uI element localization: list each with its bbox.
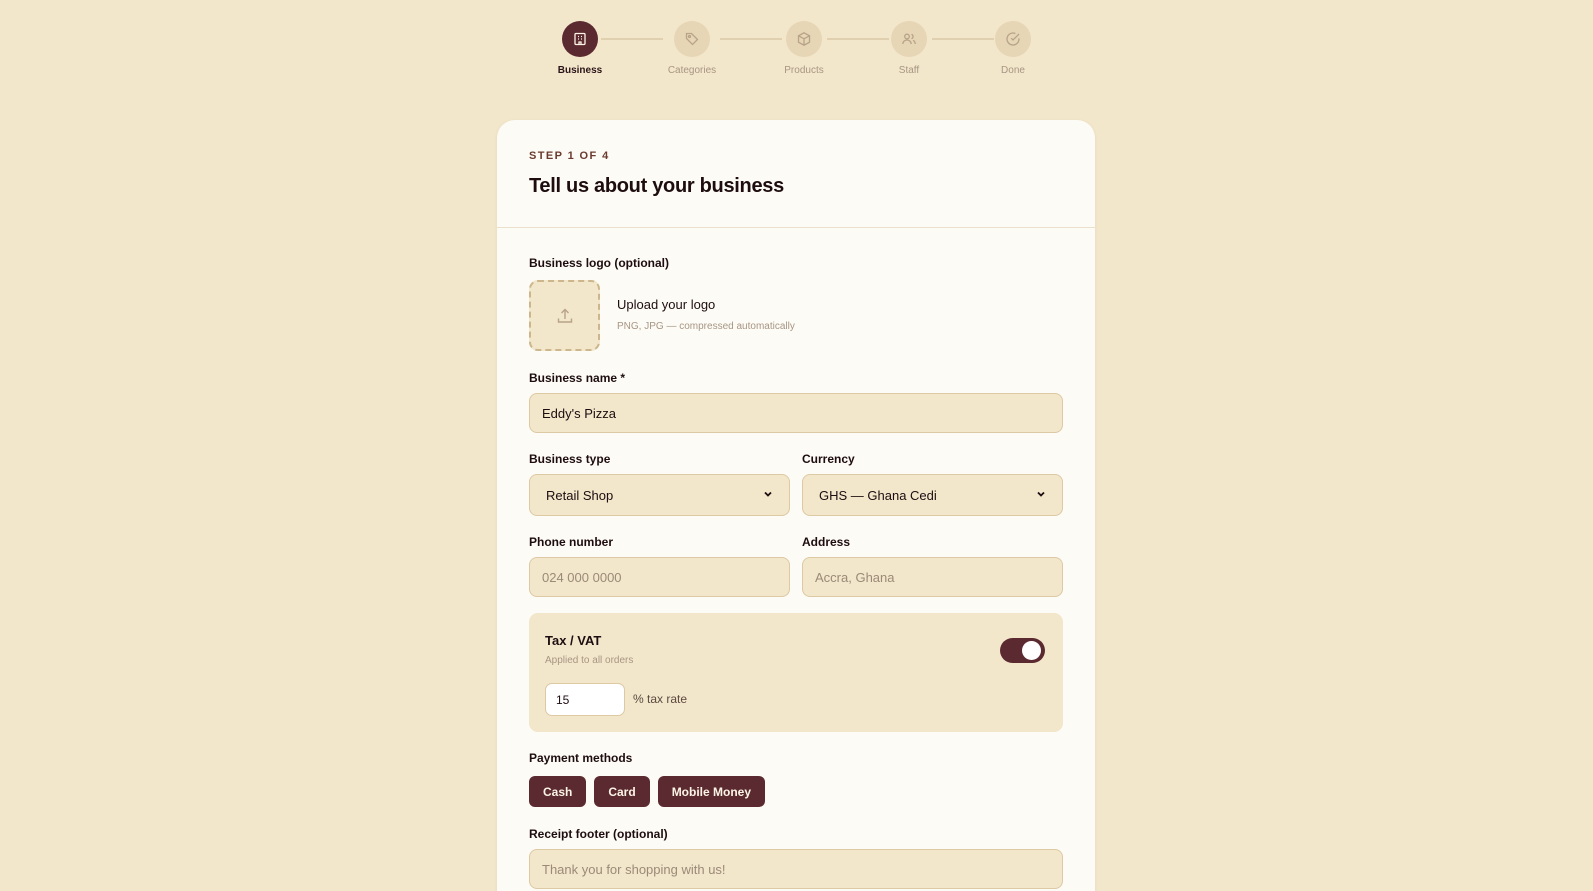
step-business[interactable]: Business (535, 21, 625, 76)
building-icon (562, 21, 598, 57)
upload-title[interactable]: Upload your logo (617, 297, 715, 312)
payment-methods-group: Cash Card Mobile Money (529, 776, 766, 807)
business-type-value: Retail Shop (546, 487, 614, 503)
business-name-label: Business name * (529, 371, 626, 385)
receipt-footer-input[interactable] (529, 849, 1063, 889)
logo-label: Business logo (optional) (529, 256, 669, 270)
step-products[interactable]: Products (759, 21, 849, 76)
phone-input[interactable] (529, 557, 790, 597)
card-header: STEP 1 OF 4 Tell us about your business (497, 120, 1095, 228)
step-label: Done (1001, 65, 1025, 76)
payment-chip-mobile-money[interactable]: Mobile Money (657, 776, 766, 807)
step-label: Business (557, 65, 603, 76)
step-label: Staff (898, 65, 920, 76)
tax-settings-panel: Tax / VAT Applied to all orders 15 % tax… (529, 613, 1063, 732)
currency-select[interactable]: GHS — Ghana Cedi (802, 474, 1063, 516)
upload-icon (557, 308, 572, 323)
receipt-footer-label: Receipt footer (optional) (529, 827, 668, 841)
step-categories[interactable]: Categories (647, 21, 737, 76)
progress-stepper: Business Categories Products Staff Done (0, 21, 1593, 81)
tax-title: Tax / VAT (545, 633, 602, 648)
business-type-select[interactable]: Retail Shop (529, 474, 790, 516)
users-icon (891, 21, 927, 57)
upload-hint: PNG, JPG — compressed automatically (617, 321, 795, 332)
step-done[interactable]: Done (968, 21, 1058, 76)
step-staff[interactable]: Staff (864, 21, 954, 76)
business-name-input[interactable] (529, 393, 1063, 433)
toggle-knob (1022, 641, 1041, 660)
step-label: Categories (667, 65, 717, 76)
tag-icon (674, 21, 710, 57)
tax-rate-label: % tax rate (633, 692, 688, 706)
page-title: Tell us about your business (529, 175, 784, 197)
chevron-down-icon (1036, 489, 1046, 502)
tax-toggle[interactable] (1000, 638, 1045, 663)
check-circle-icon (995, 21, 1031, 57)
tax-subtitle: Applied to all orders (545, 655, 634, 666)
step-indicator: STEP 1 OF 4 (529, 150, 610, 162)
address-input[interactable] (802, 557, 1063, 597)
payment-methods-label: Payment methods (529, 751, 633, 765)
business-setup-card: STEP 1 OF 4 Tell us about your business … (497, 120, 1095, 891)
currency-label: Currency (802, 452, 855, 466)
tax-rate-input[interactable]: 15 (545, 683, 625, 716)
step-label: Products (784, 65, 824, 76)
phone-label: Phone number (529, 535, 614, 549)
box-icon (786, 21, 822, 57)
payment-chip-card[interactable]: Card (594, 776, 650, 807)
chevron-down-icon (763, 489, 773, 502)
currency-value: GHS — Ghana Cedi (819, 487, 937, 503)
address-label: Address (802, 535, 851, 549)
payment-chip-cash[interactable]: Cash (529, 776, 587, 807)
logo-upload-dropzone[interactable] (529, 280, 600, 351)
business-type-label: Business type (529, 452, 611, 466)
